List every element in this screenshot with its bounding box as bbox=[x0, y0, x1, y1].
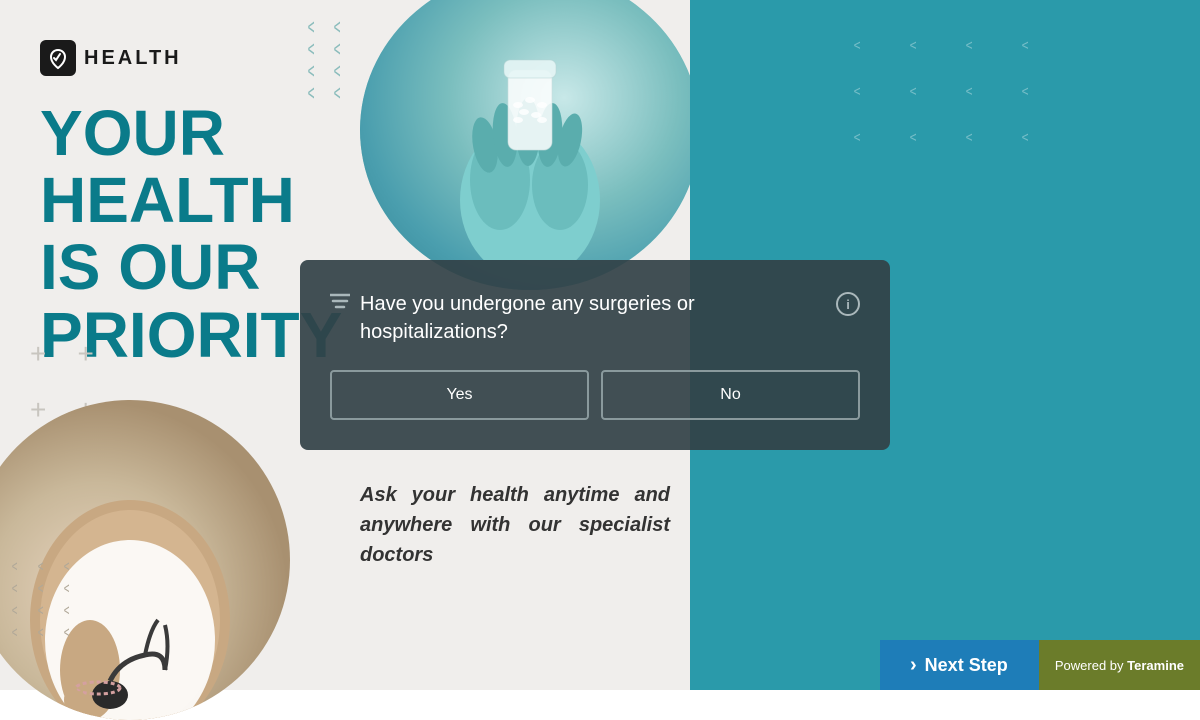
question-text: Have you undergone any surgeries or hosp… bbox=[360, 290, 824, 346]
no-button[interactable]: No bbox=[601, 370, 860, 420]
filter-icon bbox=[330, 292, 350, 315]
logo-area: HEALTH bbox=[40, 40, 182, 76]
top-circle-image bbox=[360, 0, 700, 290]
powered-by-prefix: Powered by Teramine bbox=[1055, 658, 1184, 673]
headline-line3: IS OUR bbox=[40, 234, 342, 301]
subtitle-text: Ask your health anytime and anywhere wit… bbox=[360, 480, 670, 570]
modal-buttons: Yes No bbox=[330, 370, 860, 420]
right-panel: ^ ^ ^ ^ ^ ^ ^ ^ ^ ^ ^ ^ Have you undergo… bbox=[690, 0, 1200, 690]
yes-button[interactable]: Yes bbox=[330, 370, 589, 420]
pill-bottle-illustration bbox=[430, 0, 630, 260]
headline: YOUR HEALTH IS OUR PRIORITY bbox=[40, 100, 342, 369]
powered-by-brand: Teramine bbox=[1127, 658, 1184, 673]
headline-line2: HEALTH bbox=[40, 167, 342, 234]
question-modal: Have you undergone any surgeries or hosp… bbox=[300, 260, 890, 450]
headline-line1: YOUR bbox=[40, 100, 342, 167]
info-icon[interactable]: i bbox=[836, 292, 860, 316]
health-logo-icon bbox=[40, 40, 76, 76]
bottom-bar: › Next Step Powered by Teramine bbox=[880, 640, 1200, 690]
modal-header: Have you undergone any surgeries or hosp… bbox=[330, 290, 860, 346]
next-step-arrow: › bbox=[910, 654, 917, 677]
next-step-label: Next Step bbox=[925, 655, 1008, 676]
right-panel-chevrons: ^ ^ ^ ^ ^ ^ ^ ^ ^ ^ ^ ^ bbox=[690, 10, 1200, 156]
subtitle-box: Ask your health anytime and anywhere wit… bbox=[340, 460, 690, 590]
chevrons-right-decoration: ^ ^ ^ ^ ^ ^ ^ ^ bbox=[306, 20, 350, 100]
logo-text: HEALTH bbox=[84, 47, 182, 70]
page-chevrons-bottom: ^ ^ ^ ^ ^ ^ ^ ^ ^ ^ ^ ^ bbox=[0, 543, 86, 640]
next-step-button[interactable]: › Next Step bbox=[880, 640, 1039, 690]
powered-by-area: Powered by Teramine bbox=[1039, 640, 1200, 690]
